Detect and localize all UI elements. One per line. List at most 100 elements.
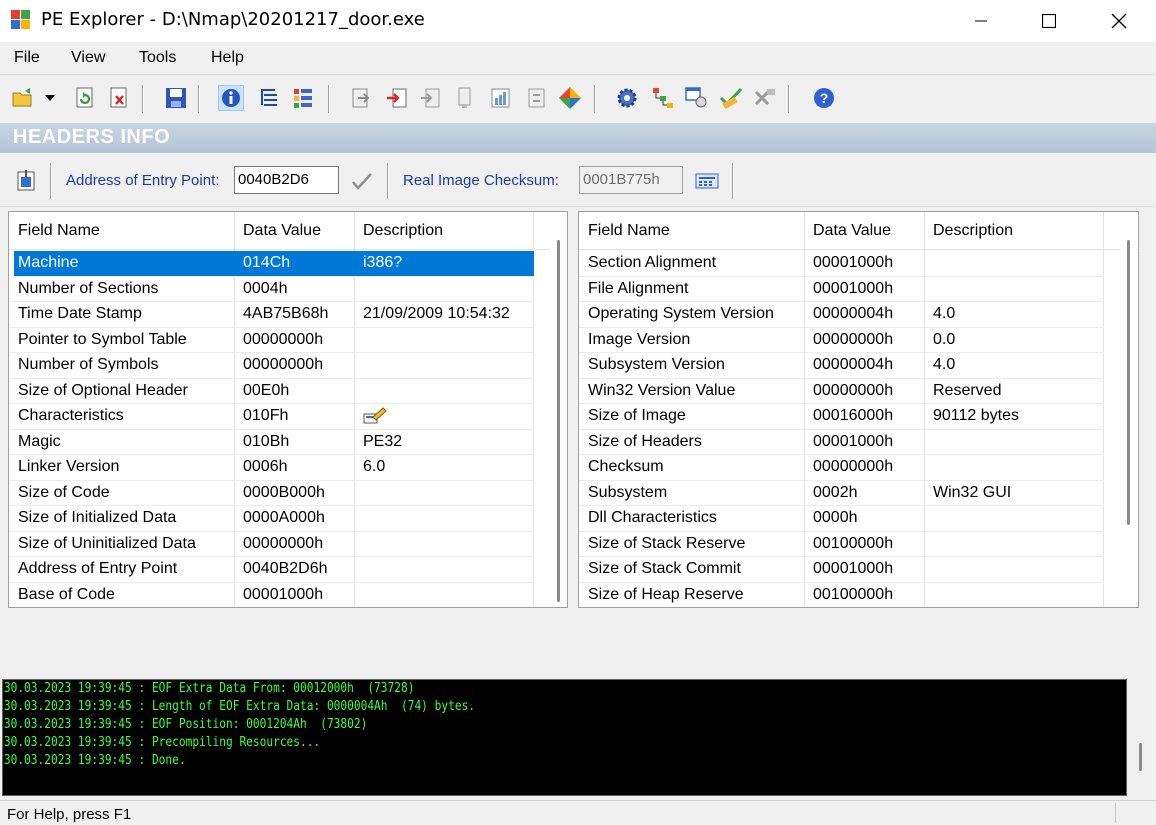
cell-data-value: 00001000h xyxy=(813,279,894,297)
resource-editor-button[interactable] xyxy=(684,85,710,111)
scrollbar[interactable] xyxy=(550,212,567,607)
cell-field-name: Operating System Version xyxy=(588,305,774,322)
load-config-button[interactable] xyxy=(488,85,514,111)
unpacker-button[interactable] xyxy=(752,85,778,111)
function-tree-button[interactable] xyxy=(650,85,676,111)
cell-field-name: Characteristics xyxy=(18,407,124,424)
scrollbar[interactable] xyxy=(1120,212,1137,607)
table-row[interactable]: Section Alignment 00001000h xyxy=(579,251,1104,277)
table-row[interactable]: Checksum 00000000h xyxy=(579,455,1104,481)
headers-info-button[interactable] xyxy=(218,85,244,111)
calculator-icon xyxy=(695,173,719,189)
table-row[interactable]: Magic 010Bh PE32 xyxy=(9,430,534,455)
edit-header-icon xyxy=(17,170,35,191)
column-header-field-name[interactable]: Field Name xyxy=(18,222,100,240)
minimize-button[interactable] xyxy=(946,0,1016,42)
table-row[interactable]: Size of Heap Reserve 00100000h xyxy=(579,583,1104,608)
disassembler-button[interactable] xyxy=(557,85,583,111)
section-headers-button[interactable] xyxy=(290,85,316,111)
data-directories-button[interactable] xyxy=(256,85,282,111)
imports-button[interactable] xyxy=(384,85,410,111)
menu-bar: File View Tools Help xyxy=(0,42,1156,72)
table-row[interactable]: Base of Code 00001000h xyxy=(9,583,534,608)
minimize-icon xyxy=(975,20,987,22)
import-icon xyxy=(387,88,407,108)
help-button[interactable]: ? xyxy=(811,85,837,111)
cell-field-name: Number of Sections xyxy=(18,279,159,297)
exports-button[interactable] xyxy=(348,85,374,111)
table-row[interactable]: Size of Headers 00001000h xyxy=(579,430,1104,455)
menu-tools[interactable]: Tools xyxy=(139,49,176,67)
maximize-icon xyxy=(1042,14,1056,28)
reload-button[interactable] xyxy=(72,85,98,111)
app-icon xyxy=(11,10,30,29)
log-scrollbar[interactable] xyxy=(1131,679,1156,796)
menu-help[interactable]: Help xyxy=(211,49,244,67)
close-button[interactable] xyxy=(1084,0,1154,42)
table-row[interactable]: Characteristics 010Fh xyxy=(9,404,534,430)
debug-button[interactable] xyxy=(452,85,478,111)
entry-point-input[interactable]: 0040B2D6 xyxy=(234,166,339,194)
close-file-button[interactable] xyxy=(106,85,132,111)
cell-data-value: 0000h xyxy=(813,509,858,526)
table-row[interactable]: Size of Stack Commit 00001000h xyxy=(579,557,1104,583)
maximize-button[interactable] xyxy=(1014,0,1084,42)
menu-view[interactable]: View xyxy=(71,49,105,67)
table-row[interactable]: Subsystem Version 00000004h 4.0 xyxy=(579,353,1104,379)
table-row[interactable]: Dll Characteristics 0000h xyxy=(579,506,1104,532)
chevron-down-icon xyxy=(45,95,55,101)
table-row[interactable]: Size of Stack Reserve 00100000h xyxy=(579,532,1104,557)
cell-field-name: Time Date Stamp xyxy=(18,305,142,322)
table-row[interactable]: Machine 014Ch i386? xyxy=(14,251,534,277)
table-row[interactable]: Win32 Version Value 00000000h Reserved xyxy=(579,379,1104,404)
open-file-button[interactable] xyxy=(10,85,36,111)
table-row[interactable]: Time Date Stamp 4AB75B68h 21/09/2009 10:54… xyxy=(9,302,534,328)
scrollbar-thumb[interactable] xyxy=(1139,743,1142,771)
save-button[interactable] xyxy=(163,85,189,111)
table-row[interactable]: File Alignment 00001000h xyxy=(579,277,1104,302)
table-row[interactable]: Size of Code 0000B000h xyxy=(9,481,534,506)
menu-file[interactable]: File xyxy=(14,49,40,67)
open-folder-icon xyxy=(12,88,32,107)
table-row[interactable]: Subsystem 0002h Win32 GUI xyxy=(579,481,1104,506)
column-header-description[interactable]: Description xyxy=(363,222,443,240)
column-header-data-value[interactable]: Data Value xyxy=(243,222,321,240)
dependency-scanner-button[interactable] xyxy=(614,85,640,111)
scrollbar-thumb[interactable] xyxy=(557,240,560,602)
checksum-label: Real Image Checksum: xyxy=(403,172,559,189)
calculate-checksum-button[interactable] xyxy=(694,168,720,194)
characteristics-edit-icon[interactable] xyxy=(363,407,387,425)
table-row[interactable]: Address of Entry Point 0040B2D6h xyxy=(9,557,534,583)
table-row[interactable]: Size of Uninitialized Data 00000000h xyxy=(9,532,534,557)
table-row[interactable]: Size of Optional Header 00E0h xyxy=(9,379,534,404)
table-row[interactable]: Size of Image 00016000h 90112 bytes xyxy=(579,404,1104,430)
syntax-descriptor-button[interactable] xyxy=(718,85,744,111)
resources-button[interactable] xyxy=(418,85,444,111)
table-row[interactable]: Size of Initialized Data 0000A000h xyxy=(9,506,534,532)
cell-field-name: Section Alignment xyxy=(588,254,717,271)
table-row[interactable]: Operating System Version 00000004h 4.0 xyxy=(579,302,1104,328)
table-row[interactable]: Image Version 00000000h 0.0 xyxy=(579,328,1104,353)
table-row[interactable]: Number of Sections 0004h xyxy=(9,277,534,302)
column-header-description[interactable]: Description xyxy=(933,222,1013,240)
log-line: 30.03.2023 19:39:45 : Precompiling Resou… xyxy=(3,735,321,750)
title-bar: PE Explorer - D:\Nmap\20201217_door.exe xyxy=(0,0,1156,42)
table-row[interactable]: Linker Version 0006h 6.0 xyxy=(9,455,534,481)
cell-data-value: 00016000h xyxy=(813,407,894,424)
cell-data-value: 00000000h xyxy=(813,458,894,475)
column-header-field-name[interactable]: Field Name xyxy=(588,222,670,240)
cell-data-value: 00000000h xyxy=(243,356,324,373)
column-header-data-value[interactable]: Data Value xyxy=(813,222,891,240)
resources-icon xyxy=(421,88,440,108)
table-row[interactable]: Pointer to Symbol Table 00000000h xyxy=(9,328,534,353)
scrollbar-thumb[interactable] xyxy=(1127,240,1130,525)
tree-list-icon xyxy=(261,89,277,106)
edit-header-button[interactable] xyxy=(14,168,40,194)
open-dropdown-button[interactable] xyxy=(42,85,58,111)
apply-button[interactable] xyxy=(351,172,373,194)
table-row[interactable]: Number of Symbols 00000000h xyxy=(9,353,534,379)
log-line: 30.03.2023 19:39:45 : EOF Extra Data Fro… xyxy=(3,681,415,696)
save-icon xyxy=(166,88,186,108)
relocations-button[interactable] xyxy=(524,85,550,111)
cell-data-value: 00E0h xyxy=(243,381,290,399)
